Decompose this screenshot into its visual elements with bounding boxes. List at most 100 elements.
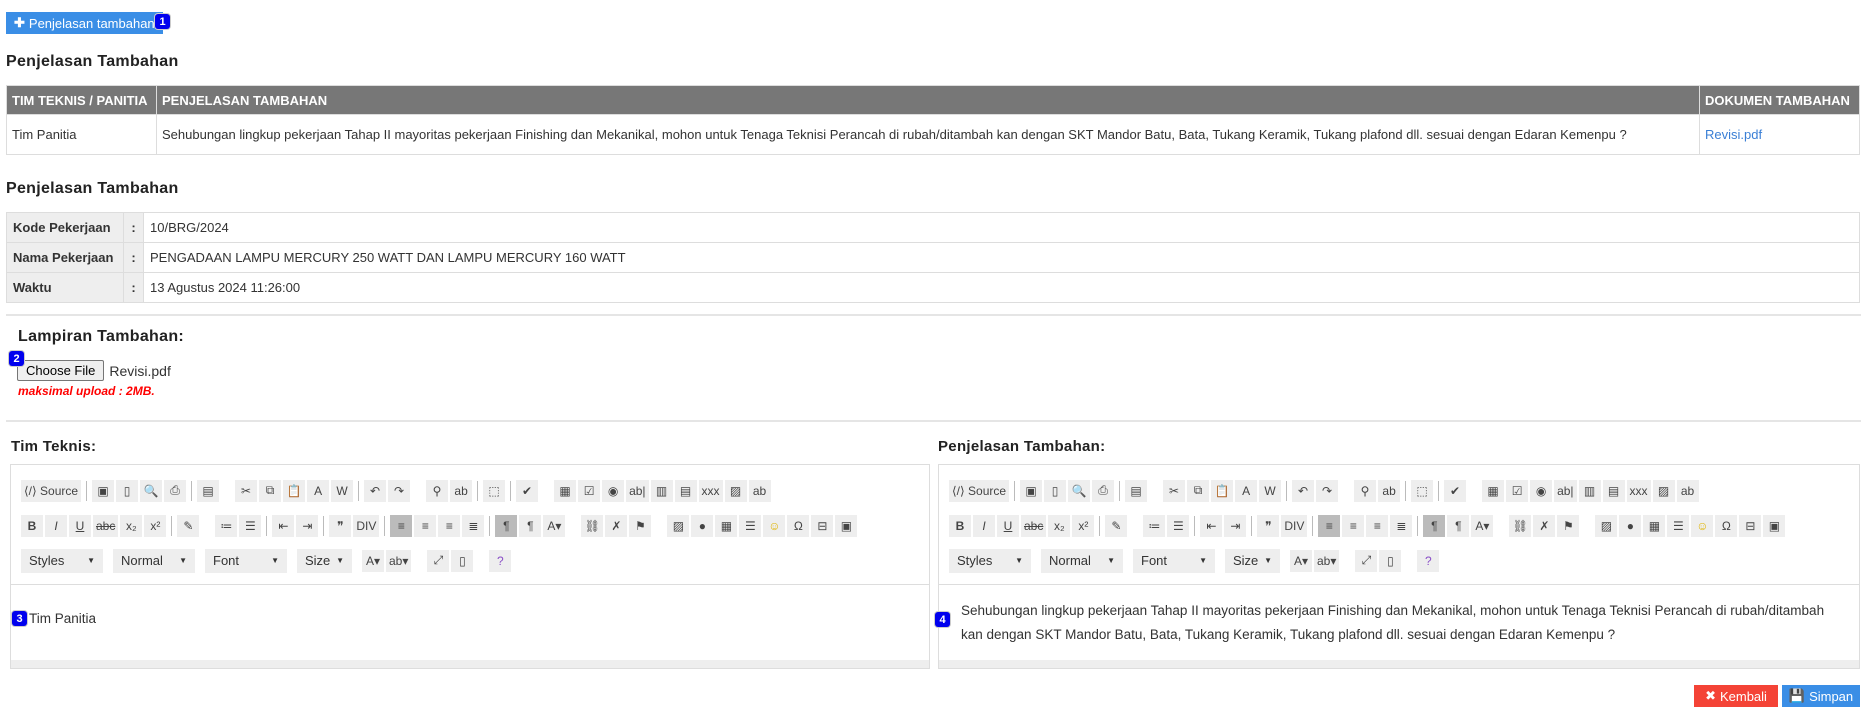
font-dropdown[interactable]: Font ▼ (1133, 548, 1215, 573)
hidden-field-icon[interactable]: ab (1676, 479, 1699, 502)
horizontal-rule-icon[interactable]: ☰ (1667, 514, 1690, 537)
smiley-icon[interactable]: ☺ (763, 514, 786, 537)
anchor-icon[interactable]: ⚑ (629, 514, 652, 537)
align-left-icon[interactable]: ≡ (1318, 514, 1341, 537)
remove-format-icon[interactable]: ✎ (177, 514, 200, 537)
ltr-icon[interactable]: ¶ (495, 514, 518, 537)
font-dropdown[interactable]: Font ▼ (205, 548, 287, 573)
iframe-icon[interactable]: ▣ (1763, 514, 1786, 537)
div-icon[interactable]: DIV (1281, 514, 1308, 537)
form-icon[interactable]: ▦ (554, 479, 577, 502)
save-icon[interactable]: ▣ (92, 479, 115, 502)
special-char-icon[interactable]: Ω (1715, 514, 1738, 537)
blockquote-icon[interactable]: ❞ (1257, 514, 1280, 537)
blockquote-icon[interactable]: ❞ (329, 514, 352, 537)
iframe-icon[interactable]: ▣ (835, 514, 858, 537)
size-dropdown[interactable]: Size ▼ (1225, 548, 1280, 573)
strike-icon[interactable]: abc (1021, 514, 1047, 537)
superscript-icon[interactable]: x² (1072, 514, 1095, 537)
styles-dropdown[interactable]: Styles ▼ (21, 548, 103, 573)
unlink-icon[interactable]: ✗ (605, 514, 628, 537)
save-button[interactable]: 💾 Simpan (1782, 685, 1860, 707)
indent-icon[interactable]: ⇥ (296, 514, 319, 537)
language-icon[interactable]: A▾ (1471, 514, 1494, 537)
cut-icon[interactable]: ✂ (235, 479, 258, 502)
bold-icon[interactable]: B (21, 514, 43, 537)
select-icon[interactable]: ▤ (1602, 479, 1625, 502)
flash-icon[interactable]: ● (691, 514, 714, 537)
link-icon[interactable]: ⛓ (581, 514, 604, 537)
paste-icon[interactable]: 📋 (1211, 479, 1234, 502)
editor-content[interactable]: Tim Panitia (11, 585, 929, 653)
image-button-icon[interactable]: ▨ (724, 479, 747, 502)
show-blocks-icon[interactable]: ▯ (1379, 549, 1402, 572)
paste-word-icon[interactable]: W (1259, 479, 1282, 502)
checkbox-icon[interactable]: ☑ (578, 479, 601, 502)
radio-icon[interactable]: ◉ (1530, 479, 1553, 502)
outdent-icon[interactable]: ⇤ (272, 514, 295, 537)
find-icon[interactable]: ⚲ (1354, 479, 1377, 502)
bg-color-icon[interactable]: ab▾ (386, 549, 412, 572)
cut-icon[interactable]: ✂ (1163, 479, 1186, 502)
align-right-icon[interactable]: ≡ (438, 514, 461, 537)
image-icon[interactable]: ▨ (667, 514, 690, 537)
print-icon[interactable]: ⎙ (1092, 479, 1115, 502)
rtl-icon[interactable]: ¶ (1447, 514, 1470, 537)
textarea-icon[interactable]: ▥ (1578, 479, 1601, 502)
maximize-icon[interactable]: ⤢ (1355, 549, 1378, 572)
unlink-icon[interactable]: ✗ (1533, 514, 1556, 537)
table-icon[interactable]: ▦ (1643, 514, 1666, 537)
subscript-icon[interactable]: x₂ (1048, 514, 1071, 537)
redo-icon[interactable]: ↷ (1316, 479, 1339, 502)
language-icon[interactable]: A▾ (543, 514, 566, 537)
align-center-icon[interactable]: ≡ (1342, 514, 1365, 537)
button-icon[interactable]: xxx (1626, 479, 1651, 502)
about-icon[interactable]: ? (489, 549, 512, 572)
smiley-icon[interactable]: ☺ (1691, 514, 1714, 537)
normal-dropdown[interactable]: Normal ▼ (1041, 548, 1123, 573)
undo-icon[interactable]: ↶ (364, 479, 387, 502)
add-penjelasan-button[interactable]: ✚ Penjelasan tambahan (6, 12, 163, 34)
styles-dropdown[interactable]: Styles ▼ (949, 548, 1031, 573)
spellcheck-icon[interactable]: ✔ (1444, 479, 1467, 502)
page-break-icon[interactable]: ⊟ (811, 514, 834, 537)
templates-icon[interactable]: ▤ (1125, 479, 1148, 502)
rtl-icon[interactable]: ¶ (519, 514, 542, 537)
justify-icon[interactable]: ≣ (1390, 514, 1413, 537)
button-icon[interactable]: xxx (698, 479, 723, 502)
bold-icon[interactable]: B (949, 514, 971, 537)
replace-icon[interactable]: ab (1378, 479, 1401, 502)
paste-text-icon[interactable]: A (1235, 479, 1258, 502)
textarea-icon[interactable]: ▥ (650, 479, 673, 502)
form-icon[interactable]: ▦ (1482, 479, 1505, 502)
paste-icon[interactable]: 📋 (283, 479, 306, 502)
select-all-icon[interactable]: ⬚ (483, 479, 506, 502)
image-icon[interactable]: ▨ (1595, 514, 1618, 537)
italic-icon[interactable]: I (45, 514, 67, 537)
underline-icon[interactable]: U (997, 514, 1019, 537)
numbered-list-icon[interactable]: ≔ (1143, 514, 1166, 537)
horizontal-rule-icon[interactable]: ☰ (739, 514, 762, 537)
link-icon[interactable]: ⛓ (1509, 514, 1532, 537)
show-blocks-icon[interactable]: ▯ (451, 549, 474, 572)
text-color-icon[interactable]: A▾ (362, 549, 384, 572)
maximize-icon[interactable]: ⤢ (427, 549, 450, 572)
back-button[interactable]: ✖ Kembali (1694, 685, 1778, 707)
remove-format-icon[interactable]: ✎ (1105, 514, 1128, 537)
bulleted-list-icon[interactable]: ☰ (1167, 514, 1190, 537)
copy-icon[interactable]: ⧉ (1187, 479, 1210, 502)
align-right-icon[interactable]: ≡ (1366, 514, 1389, 537)
select-icon[interactable]: ▤ (674, 479, 697, 502)
replace-icon[interactable]: ab (450, 479, 473, 502)
table-icon[interactable]: ▦ (715, 514, 738, 537)
subscript-icon[interactable]: x₂ (120, 514, 143, 537)
select-all-icon[interactable]: ⬚ (1411, 479, 1434, 502)
spellcheck-icon[interactable]: ✔ (516, 479, 539, 502)
size-dropdown[interactable]: Size ▼ (297, 548, 352, 573)
radio-icon[interactable]: ◉ (602, 479, 625, 502)
normal-dropdown[interactable]: Normal ▼ (113, 548, 195, 573)
div-icon[interactable]: DIV (353, 514, 380, 537)
templates-icon[interactable]: ▤ (197, 479, 220, 502)
save-icon[interactable]: ▣ (1020, 479, 1043, 502)
find-icon[interactable]: ⚲ (426, 479, 449, 502)
